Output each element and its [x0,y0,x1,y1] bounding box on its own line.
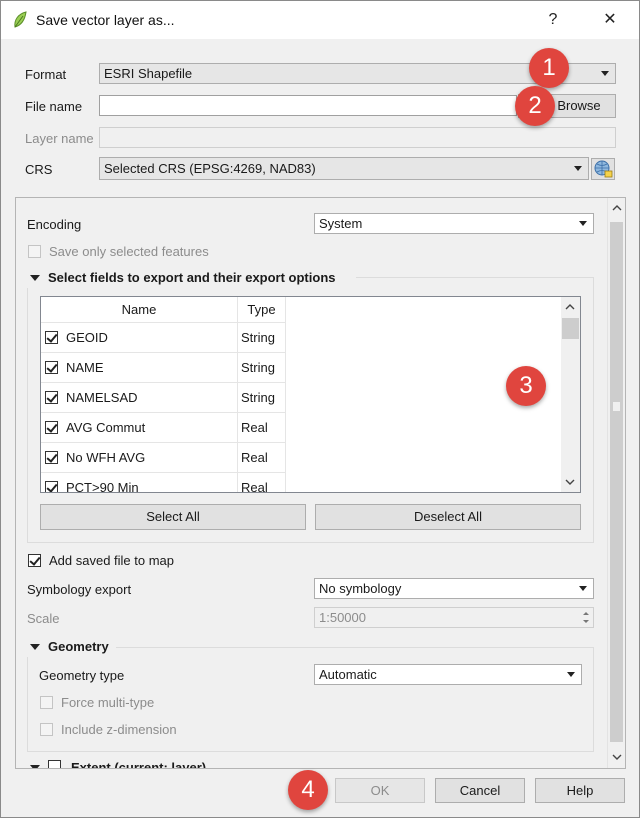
format-label: Format [25,67,67,82]
window-title: Save vector layer as... [36,12,175,28]
geometry-type-value: Automatic [319,667,377,682]
field-name: PCT>90 Min [66,480,139,493]
table-scroll-thumb[interactable] [562,318,579,339]
force-multi-label: Force multi-type [61,695,155,710]
save-vector-layer-dialog: Save vector layer as... ? ✕ Format ESRI … [0,0,640,818]
table-row[interactable]: NAME String [41,353,286,383]
field-checkbox[interactable] [45,391,58,404]
scroll-up-arrow-icon[interactable] [612,204,622,211]
symbology-combo[interactable]: No symbology [314,578,594,599]
save-selected-label: Save only selected features [49,244,209,259]
table-row[interactable]: AVG Commut Real [41,413,286,443]
chevron-down-icon [579,586,587,591]
extent-group-title: Extent (current: layer) [71,760,207,769]
callout-badge-4: 4 [288,770,328,810]
scroll-down-arrow-icon[interactable] [565,479,575,486]
field-type: String [238,353,286,383]
close-icon[interactable]: ✕ [595,5,625,35]
chevron-down-icon [567,672,575,677]
field-type: Real [238,443,286,473]
file-name-input[interactable] [99,95,517,116]
z-dimension-label: Include z-dimension [61,722,177,737]
help-button[interactable]: Help [535,778,625,803]
crs-value: Selected CRS (EPSG:4269, NAD83) [104,161,316,176]
callout-badge-3: 3 [506,366,546,406]
layer-name-input[interactable] [99,127,616,148]
geometry-group-header[interactable]: Geometry [26,637,116,657]
table-row[interactable]: GEOID String [41,323,286,353]
spin-arrows-icon[interactable] [579,608,593,627]
ok-button[interactable]: OK [335,778,425,803]
field-name: NAMELSAD [66,390,138,405]
scale-value: 1:50000 [319,610,366,625]
chevron-down-icon [601,71,609,76]
options-scrollbar[interactable] [607,198,625,768]
symbology-value: No symbology [319,581,402,596]
select-all-button[interactable]: Select All [40,504,306,530]
field-checkbox[interactable] [45,451,58,464]
fields-group-title: Select fields to export and their export… [48,270,336,285]
deselect-all-button[interactable]: Deselect All [315,504,581,530]
title-bar: Save vector layer as... ? ✕ [1,1,639,39]
collapse-triangle-icon [30,765,40,768]
table-scrollbar[interactable] [561,297,580,492]
field-name: GEOID [66,330,108,345]
crs-combo[interactable]: Selected CRS (EPSG:4269, NAD83) [99,157,589,180]
collapse-triangle-icon [30,644,40,650]
field-checkbox[interactable] [45,361,58,374]
field-name: NAME [66,360,104,375]
layer-name-label: Layer name [25,131,94,146]
scale-label: Scale [27,611,60,626]
geometry-group-title: Geometry [48,639,109,654]
symbology-label: Symbology export [27,582,132,597]
scroll-down-arrow-icon[interactable] [612,754,622,761]
z-dimension-checkbox[interactable] [40,723,53,736]
fields-group-header[interactable]: Select fields to export and their export… [26,268,356,288]
add-to-map-label: Add saved file to map [49,553,175,568]
crs-label: CRS [25,162,53,177]
save-selected-checkbox[interactable] [28,245,41,258]
crs-select-globe-icon[interactable] [591,158,615,180]
add-to-map-checkbox[interactable] [28,554,41,567]
options-scroll-area: Encoding System Save only selected featu… [15,197,626,769]
column-header-type[interactable]: Type [238,297,286,323]
field-name: AVG Commut [66,420,146,435]
encoding-value: System [319,216,363,231]
extent-checkbox[interactable] [48,760,61,768]
chevron-down-icon [579,221,587,226]
table-row[interactable]: NAMELSAD String [41,383,286,413]
collapse-triangle-icon [30,275,40,281]
qgis-leaf-icon [14,11,27,28]
extent-group-header[interactable]: Extent (current: layer) [26,758,236,769]
format-value: ESRI Shapefile [104,66,193,81]
encoding-label: Encoding [27,217,82,232]
help-icon[interactable]: ? [538,5,568,35]
options-scroll-thumb[interactable] [610,222,623,742]
field-name: No WFH AVG [66,450,146,465]
table-row[interactable]: PCT>90 Min Real [41,473,286,493]
field-type: String [238,323,286,353]
callout-badge-2: 2 [515,86,555,126]
column-header-name[interactable]: Name [41,297,238,323]
field-checkbox[interactable] [45,331,58,344]
callout-badge-1: 1 [529,48,569,88]
scale-spinbox[interactable]: 1:50000 [314,607,594,628]
fields-table: Name Type GEOID String NAME String NAMEL… [40,296,581,493]
file-name-label: File name [25,99,83,114]
geometry-type-combo[interactable]: Automatic [314,664,582,685]
field-checkbox[interactable] [45,481,58,492]
field-type: Real [238,413,286,443]
force-multi-checkbox[interactable] [40,696,53,709]
geometry-type-label: Geometry type [39,668,125,683]
table-row[interactable]: No WFH AVG Real [41,443,286,473]
chevron-down-icon [574,166,582,171]
field-type: String [238,383,286,413]
scroll-up-arrow-icon[interactable] [565,303,575,310]
field-checkbox[interactable] [45,421,58,434]
field-type: Real [238,473,286,492]
scroll-thumb-grip [613,402,620,411]
encoding-combo[interactable]: System [314,213,594,234]
cancel-button[interactable]: Cancel [435,778,525,803]
